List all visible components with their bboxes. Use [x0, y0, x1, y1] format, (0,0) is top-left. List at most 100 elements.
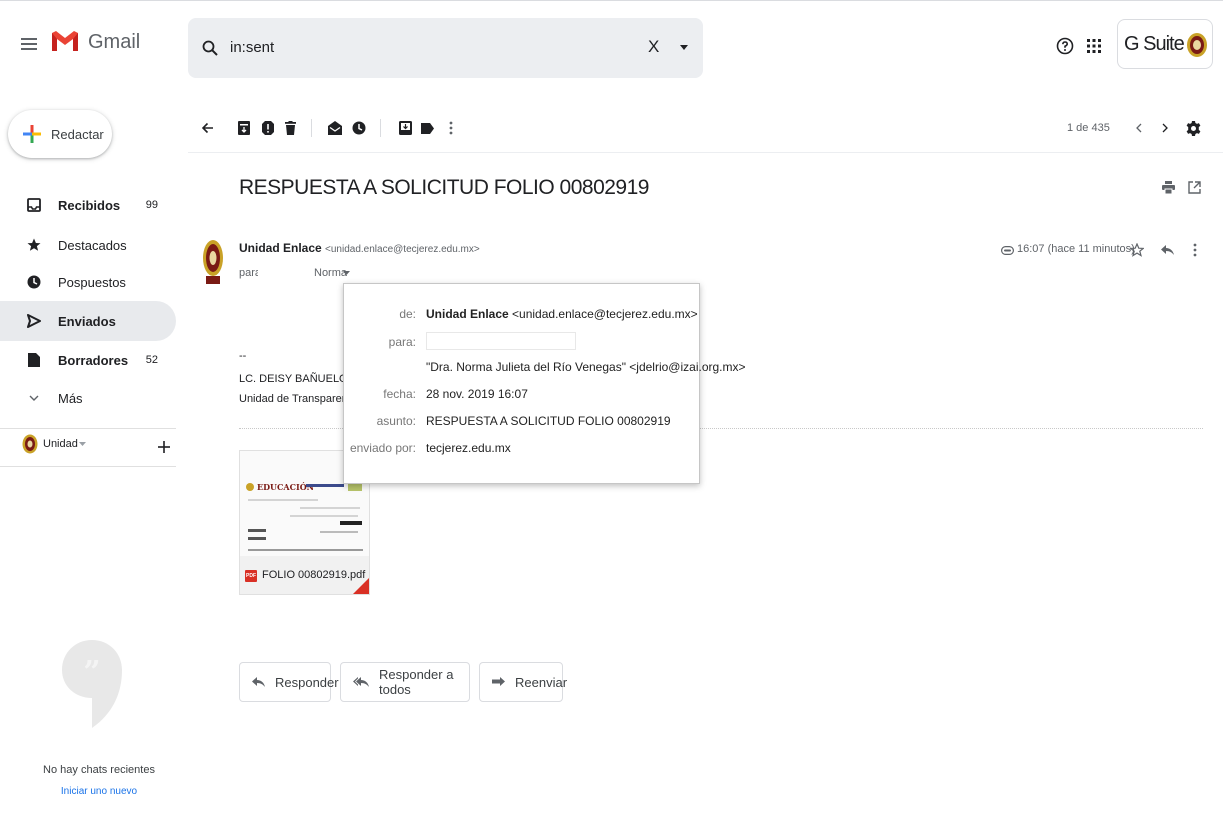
mark-unread-icon[interactable] [325, 118, 345, 138]
main-menu-icon[interactable] [20, 35, 38, 53]
more-actions-icon[interactable] [441, 118, 461, 138]
sender-email: <unidad.enlace@tecjerez.edu.mx> [325, 244, 480, 255]
preview-logo-bar [306, 484, 344, 487]
compose-plus-icon [23, 125, 41, 143]
preview-text-line [248, 529, 266, 532]
signature-separator: -- [239, 350, 247, 362]
sidebar-item-label: Enviados [58, 313, 116, 329]
forward-label: Reenviar [515, 674, 568, 690]
search-icon[interactable] [200, 38, 220, 58]
search-input[interactable]: in:sent [230, 39, 274, 56]
send-icon [24, 314, 44, 328]
settings-gear-icon[interactable] [1183, 118, 1203, 138]
preview-text-line [248, 549, 363, 551]
star-icon [24, 238, 44, 252]
hangouts-avatar[interactable] [22, 434, 38, 454]
star-outline-icon[interactable] [1129, 242, 1145, 258]
sender-avatar [202, 238, 224, 294]
details-subject-value: RESPUESTA A SOLICITUD FOLIO 00802919 [426, 414, 671, 428]
label-icon[interactable] [417, 118, 437, 138]
show-details-icon[interactable] [342, 270, 350, 276]
compose-button[interactable]: Redactar [8, 110, 112, 158]
hangouts-account-label[interactable]: Unidad [43, 438, 78, 450]
preview-redaction [340, 521, 362, 525]
move-to-icon[interactable] [395, 118, 415, 138]
add-chat-icon[interactable] [157, 440, 171, 454]
chevron-down-icon [24, 395, 44, 401]
details-to-value: "Dra. Norma Julieta del Río Venegas" <jd… [426, 360, 746, 374]
sidebar-item-label: Pospuestos [58, 274, 126, 290]
compose-label: Redactar [51, 127, 104, 142]
preview-text-line [300, 507, 360, 509]
message-details-popup: de: Unidad Enlace <unidad.enlace@tecjere… [343, 283, 746, 484]
preview-text-line [320, 531, 358, 533]
account-dropdown-icon[interactable] [78, 440, 86, 448]
reply-icon[interactable] [1159, 243, 1175, 257]
preview-text-line [290, 515, 358, 517]
toolbar-divider [311, 119, 312, 137]
gsuite-label: G Suite [1124, 33, 1185, 55]
report-spam-icon[interactable] [258, 118, 278, 138]
start-chat-link[interactable]: Iniciar uno nuevo [0, 786, 198, 797]
chevron-left-icon[interactable] [1129, 118, 1149, 138]
details-date-label: fecha: [383, 387, 416, 401]
details-mailed-by-label: enviado por: [349, 441, 416, 455]
details-from-email: <unidad.enlace@tecjerez.edu.mx> [512, 307, 698, 321]
details-from-name: Unidad Enlace [426, 307, 509, 321]
search-options-icon[interactable] [678, 40, 690, 54]
sidebar-divider [0, 466, 176, 467]
apps-grid-icon[interactable] [1085, 37, 1103, 55]
unread-count: 99 [145, 199, 158, 211]
account-avatar[interactable] [1186, 32, 1208, 58]
clear-search-button[interactable]: X [648, 37, 659, 57]
snooze-icon[interactable] [349, 118, 369, 138]
draft-count: 52 [145, 354, 158, 366]
help-icon[interactable] [1055, 36, 1075, 56]
delete-icon[interactable] [280, 118, 300, 138]
gmail-logo-icon[interactable] [50, 29, 80, 53]
pdf-icon: PDF [245, 570, 257, 582]
attachment-footer: PDF FOLIO 00802919.pdf [240, 556, 369, 594]
archive-icon[interactable] [234, 118, 254, 138]
sidebar-item-recibidos[interactable]: Recibidos 99 [0, 185, 176, 225]
account-switcher[interactable]: G Suite [1117, 19, 1213, 69]
chevron-right-icon[interactable] [1155, 118, 1175, 138]
email-subject: RESPUESTA A SOLICITUD FOLIO 00802919 [239, 176, 649, 199]
sidebar-item-pospuestos[interactable]: Pospuestos [0, 262, 176, 302]
search-bar[interactable]: in:sent X [188, 18, 703, 78]
forward-button[interactable]: Reenviar [479, 662, 567, 702]
preview-seal-icon [246, 483, 254, 491]
message-more-icon[interactable] [1190, 242, 1200, 258]
app-name: Gmail [88, 31, 141, 53]
reply-all-button[interactable]: Responder a todos [340, 662, 470, 702]
redacted-recipient [426, 332, 576, 350]
hangouts-placeholder-icon: ” [62, 640, 122, 730]
back-arrow-icon[interactable] [198, 118, 218, 138]
email-timestamp: 16:07 (hace 11 minutos) [1017, 243, 1135, 255]
preview-text-line [248, 499, 318, 501]
details-subject-label: asunto: [376, 414, 416, 428]
sidebar-divider [0, 428, 176, 429]
print-icon[interactable] [1160, 179, 1176, 195]
reply-label: Responder [275, 674, 339, 690]
forward-icon [492, 677, 505, 687]
details-from-label: de: [399, 307, 416, 321]
details-from-value: Unidad Enlace <unidad.enlace@tecjerez.ed… [426, 307, 698, 321]
open-new-window-icon[interactable] [1186, 179, 1202, 195]
sidebar-item-label: Destacados [58, 237, 127, 253]
sender-line: Unidad Enlace <unidad.enlace@tecjerez.ed… [239, 241, 480, 255]
toolbar-bottom-border [188, 152, 1223, 153]
pdf-corner-icon [351, 576, 369, 594]
sidebar-item-mas[interactable]: Más [0, 378, 176, 418]
sidebar-item-enviados[interactable]: Enviados [0, 301, 176, 341]
toolbar-divider [380, 119, 381, 137]
inbox-icon [24, 198, 44, 212]
reply-button[interactable]: Responder [239, 662, 339, 702]
details-date-value: 28 nov. 2019 16:07 [426, 387, 528, 401]
sidebar-item-destacados[interactable]: Destacados [0, 225, 176, 265]
sidebar-item-borradores[interactable]: Borradores 52 [0, 340, 176, 380]
draft-icon [24, 353, 44, 367]
reply-all-label: Responder a todos [379, 667, 454, 697]
attachment-filename: FOLIO 00802919.pdf [262, 569, 366, 581]
redacted-recipient [258, 263, 310, 285]
